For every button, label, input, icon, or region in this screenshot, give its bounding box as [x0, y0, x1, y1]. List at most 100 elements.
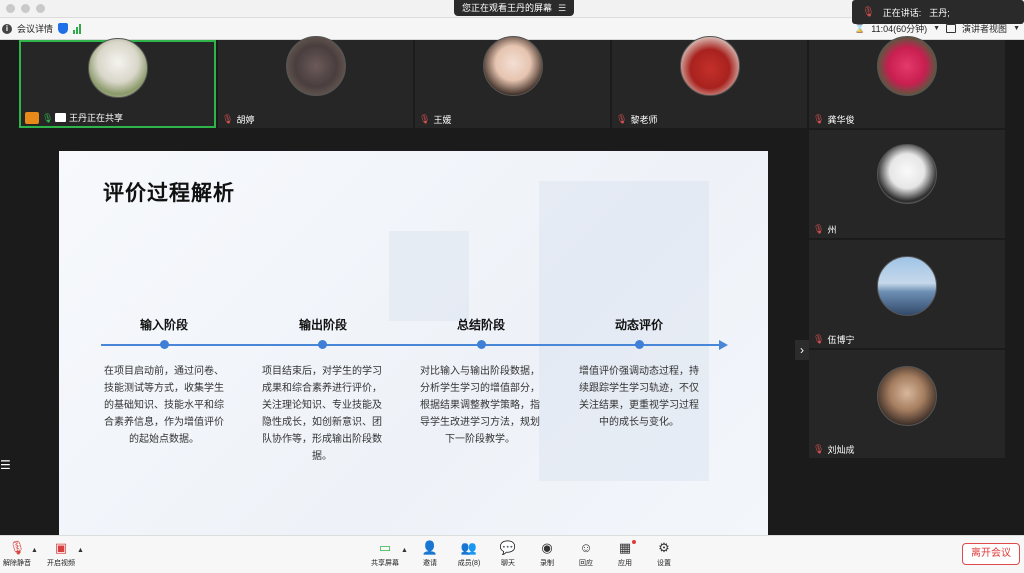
share-screen-button[interactable]: ▭ 共享屏幕	[363, 540, 407, 568]
avatar	[679, 36, 740, 96]
list-toggle-icon[interactable]: ☰	[0, 456, 12, 474]
participant-label: 刘灿成	[827, 445, 855, 455]
shield-icon[interactable]	[58, 23, 69, 34]
participant-tile[interactable]: 🎙 王媛	[415, 36, 610, 128]
info-icon[interactable]: i	[2, 23, 12, 34]
participant-name: 🎙 刘灿成	[813, 443, 854, 456]
close-window-button[interactable]	[6, 4, 15, 13]
invite-label: 邀请	[423, 560, 437, 567]
chevron-down-icon[interactable]: ▼	[933, 25, 940, 32]
record-icon: ◉	[541, 540, 553, 555]
members-icon: 👥	[460, 540, 478, 555]
chat-label: 聊天	[501, 560, 515, 567]
start-video-label: 开启视频	[47, 560, 75, 567]
meeting-toolbar: 🎙 解除静音 ▲ ▣ 开启视频 ▲ ▭ 共享屏幕 ▲ 👤 邀请 👥 成员(8) …	[0, 535, 1024, 573]
record-button[interactable]: ◉ 录制	[525, 540, 569, 568]
stage-dot	[635, 340, 644, 349]
members-button[interactable]: 👥 成员(8)	[447, 540, 491, 568]
stage-description: 增值评价强调动态过程，持续跟踪学生学习轨迹，不仅关注结果，更重视学习过程中的成长…	[579, 366, 699, 428]
signal-icon[interactable]	[73, 23, 82, 34]
reactions-button[interactable]: ☺ 回应	[564, 540, 608, 568]
participant-name: 🎙 伍博宁	[813, 333, 854, 346]
unmute-button[interactable]: 🎙 解除静音	[0, 540, 39, 568]
apps-icon: ▦	[618, 540, 632, 555]
participant-tile[interactable]: 🎙 刘灿成	[809, 350, 1005, 458]
stage-description: 在项目启动前，通过问卷、技能测试等方式，收集学生的基础知识、技能水平和综合素养信…	[104, 366, 224, 445]
mic-icon: 🎙	[42, 112, 54, 123]
minimize-window-button[interactable]	[21, 4, 30, 13]
screen-share-icon	[55, 113, 66, 122]
gear-icon: ⚙	[658, 540, 670, 555]
chat-button[interactable]: 💬 聊天	[486, 540, 530, 568]
reaction-icon: ☺	[579, 540, 593, 555]
shared-slide: 评价过程解析 输入阶段 在项目启动前，通过问卷、技能测试等方式，收集学生的基础知…	[59, 151, 768, 535]
avatar	[877, 256, 937, 316]
chevron-down-icon[interactable]: ▼	[1013, 25, 1020, 32]
unmute-label: 解除静音	[3, 560, 31, 567]
meeting-details-link[interactable]: 会议详情	[17, 22, 53, 35]
apps-button[interactable]: ▦ 应用	[603, 540, 647, 568]
mic-muted-icon: 🎙	[419, 114, 431, 124]
participant-tile[interactable]: 🎙 王丹正在共享	[19, 38, 216, 128]
settings-label: 设置	[657, 560, 671, 567]
zoom-window-button[interactable]	[36, 4, 45, 13]
stage-title: 输出阶段	[298, 318, 347, 332]
mic-muted-icon: 🎙	[813, 444, 825, 454]
participant-name: 🎙 州	[813, 223, 836, 236]
stage-dot	[160, 340, 169, 349]
participant-label: 龚华俊	[827, 115, 855, 125]
chevron-up-icon[interactable]: ▲	[31, 547, 38, 554]
settings-button[interactable]: ⚙ 设置	[642, 540, 686, 568]
speaking-indicator: 🎙 正在讲话: 王丹;	[852, 0, 1024, 24]
participant-tile[interactable]: 🎙 胡婷	[218, 36, 413, 128]
share-status-icons: 🎙	[25, 111, 66, 124]
participant-label: 王丹正在共享	[69, 113, 124, 123]
stage-title: 输入阶段	[139, 318, 188, 332]
chevron-right-icon[interactable]: ›	[795, 340, 809, 360]
participant-tile[interactable]: 🎙 龚华俊	[809, 36, 1005, 128]
participant-name: 🎙 王丹正在共享	[25, 111, 123, 124]
participant-tile[interactable]: 🎙 州	[809, 130, 1005, 238]
invite-button[interactable]: 👤 邀请	[408, 540, 452, 568]
chat-icon: 💬	[499, 540, 517, 555]
record-label: 录制	[540, 560, 554, 567]
share-screen-label: 共享屏幕	[371, 560, 399, 567]
stage-description: 项目结束后，对学生的学习成果和综合素养进行评价，关注理论知识、专业技能及隐性成长…	[262, 366, 382, 462]
speaking-label: 正在讲话:	[882, 7, 922, 18]
notification-dot	[632, 540, 636, 544]
mic-muted-icon: 🎙	[862, 6, 875, 18]
speaking-name: 王丹;	[929, 7, 950, 18]
participant-tile[interactable]: 🎙 伍博宁	[809, 240, 1005, 348]
participant-name: 🎙 王媛	[419, 113, 451, 126]
participant-name: 🎙 胡婷	[222, 113, 254, 126]
menu-icon[interactable]: ☰	[558, 0, 566, 16]
person-icon	[25, 111, 39, 124]
chevron-up-icon[interactable]: ▲	[401, 547, 408, 554]
slide-decoration	[389, 231, 469, 321]
timeline-arrow	[719, 340, 728, 350]
mic-muted-icon: 🎙	[813, 114, 825, 124]
stage-title: 动态评价	[614, 318, 663, 332]
stage-title: 总结阶段	[456, 318, 505, 332]
participant-tile[interactable]: 🎙 黎老师	[612, 36, 807, 128]
mic-muted-icon: 🎙	[222, 114, 234, 124]
chevron-up-icon[interactable]: ▲	[77, 547, 84, 554]
timeline-line	[101, 344, 719, 346]
participant-label: 州	[827, 225, 837, 235]
participant-name: 🎙 黎老师	[616, 113, 657, 126]
leave-meeting-button[interactable]: 离开会议	[962, 543, 1020, 565]
mic-muted-icon: 🎙	[813, 334, 825, 344]
avatar	[87, 38, 148, 98]
avatar	[877, 144, 937, 204]
mic-muted-icon: 🎙	[616, 114, 628, 124]
stage-dot	[318, 340, 327, 349]
meeting-window: 您正在观看王丹的屏幕 ☰ i 会议详情 ⌛ 11:04(60分钟) ▼ 演讲者视…	[0, 0, 1024, 573]
start-video-button[interactable]: ▣ 开启视频	[39, 540, 83, 568]
participant-label: 伍博宁	[827, 335, 855, 345]
stage-description: 对比输入与输出阶段数据，分析学生学习的增值部分，根据结果调整教学策略，指导学生改…	[420, 366, 540, 445]
participant-label: 王媛	[433, 115, 452, 125]
layout-icon[interactable]	[946, 24, 957, 33]
members-label: 成员(8)	[457, 560, 481, 567]
sharing-banner[interactable]: 您正在观看王丹的屏幕 ☰	[454, 0, 575, 16]
avatar	[482, 36, 543, 96]
